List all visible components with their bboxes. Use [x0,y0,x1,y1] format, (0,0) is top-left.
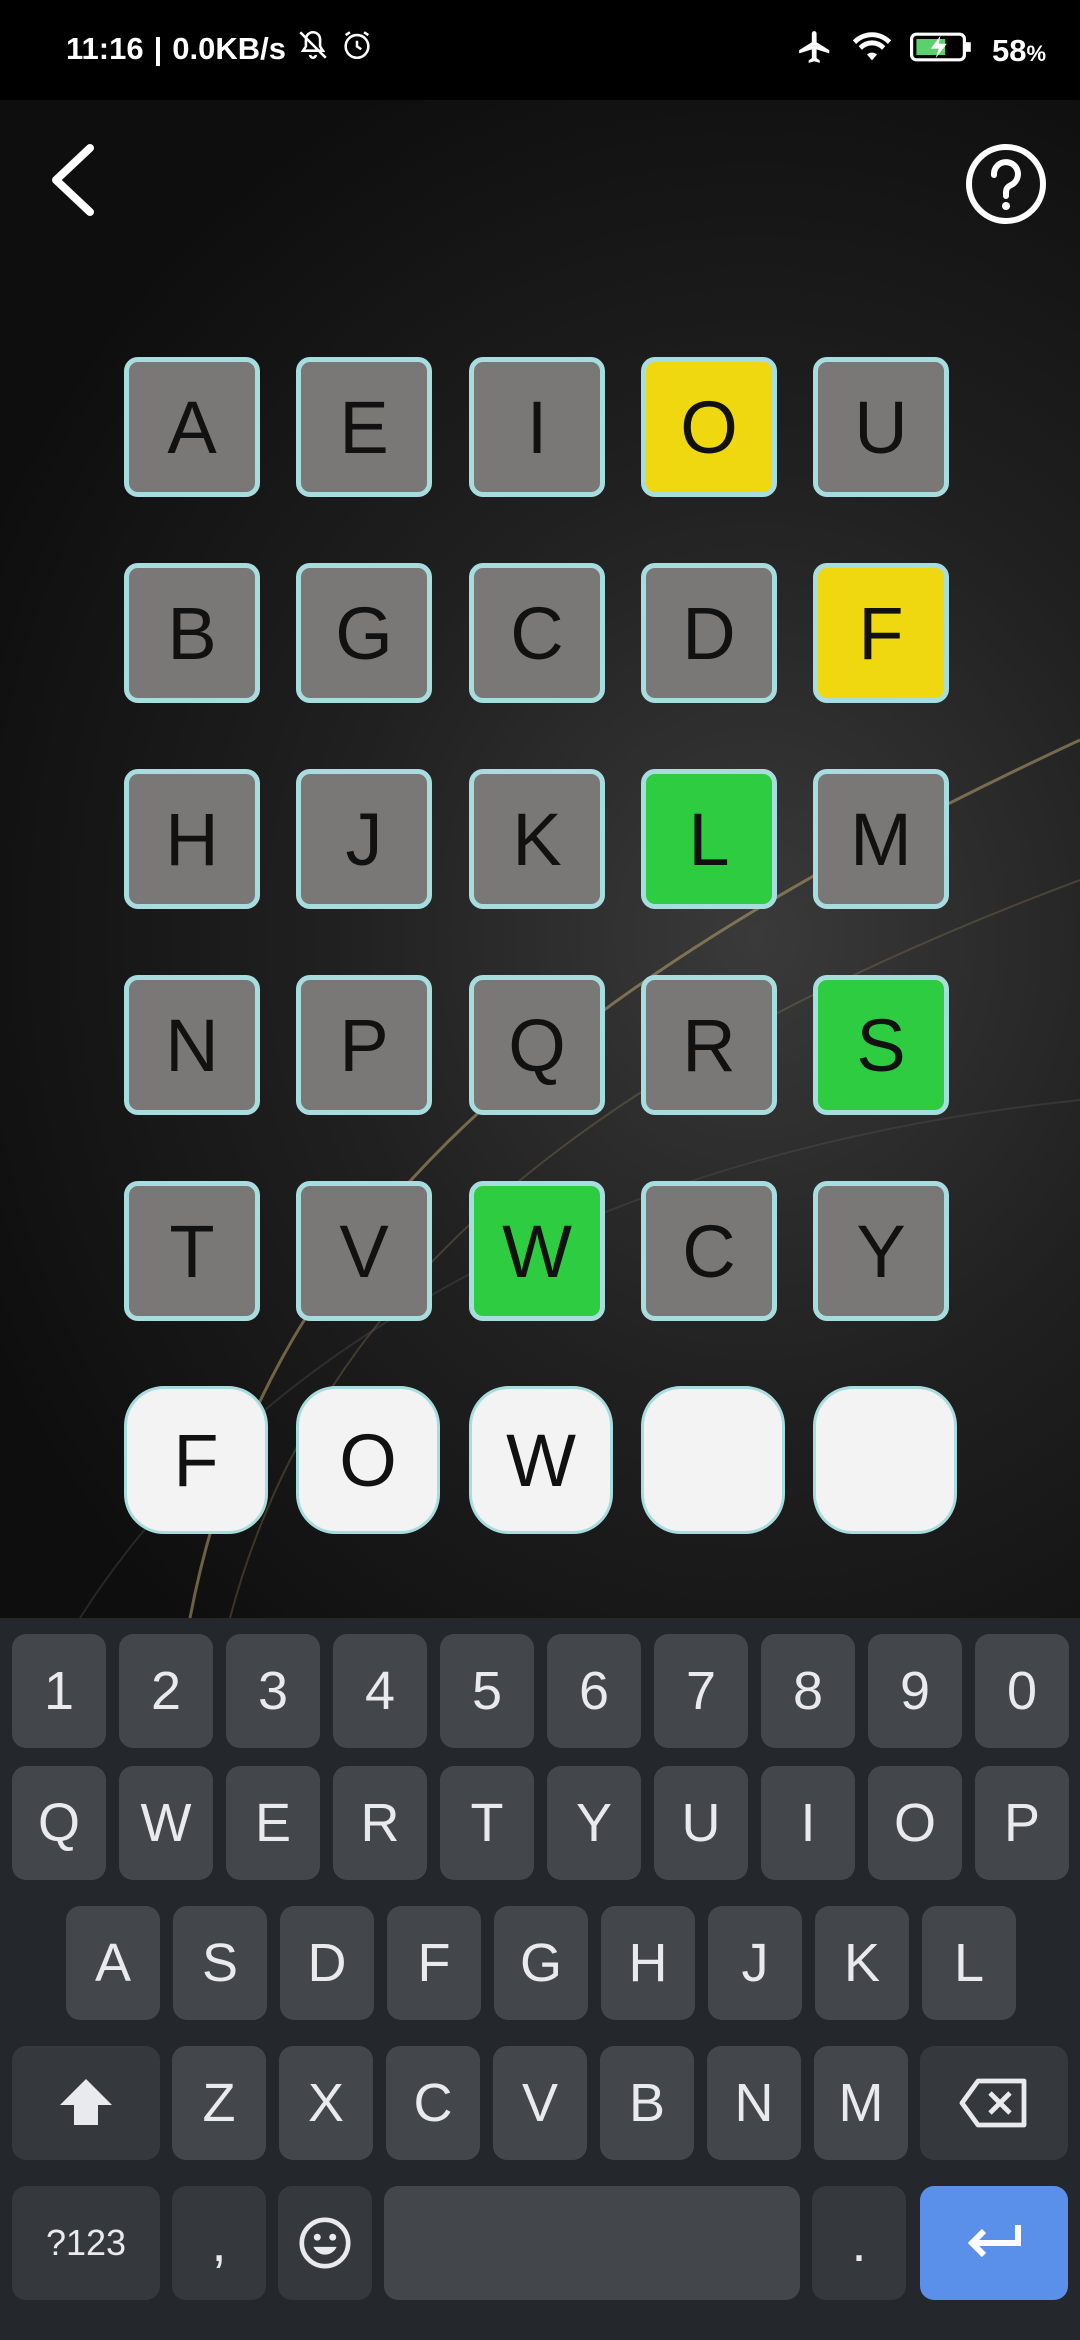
battery-icon [909,30,974,72]
shift-key[interactable] [12,2046,160,2160]
network-speed: 0.0KB/s [172,31,286,66]
letter-tile[interactable]: T [124,1181,260,1321]
key-a[interactable]: A [66,1906,160,2020]
keyboard: 1 2 3 4 5 6 7 8 9 0 Q W E R T Y U I O P A S D F G H J K L Z X C V B N M ?123… [0,1618,1080,2340]
letter-tile[interactable]: N [124,975,260,1115]
key-d[interactable]: D [280,1906,374,2020]
key-s[interactable]: S [173,1906,267,2020]
key-p[interactable]: P [975,1766,1069,1880]
letter-tile[interactable]: G [296,563,432,703]
key-2[interactable]: 2 [119,1634,213,1748]
key-r[interactable]: R [333,1766,427,1880]
key-5[interactable]: 5 [440,1634,534,1748]
key-h[interactable]: H [601,1906,695,2020]
answer-slot[interactable] [641,1386,785,1534]
key-1[interactable]: 1 [12,1634,106,1748]
key-q[interactable]: Q [12,1766,106,1880]
backspace-key[interactable] [920,2046,1068,2160]
letter-tile[interactable]: W [469,1181,605,1321]
letter-tile[interactable]: H [124,769,260,909]
emoji-key[interactable] [278,2186,372,2300]
symbols-key[interactable]: ?123 [12,2186,160,2300]
space-key[interactable] [384,2186,800,2300]
help-circle-icon [966,144,1046,224]
key-m[interactable]: M [814,2046,908,2160]
answer-slot[interactable]: W [469,1386,613,1534]
key-z[interactable]: Z [172,2046,266,2160]
mute-icon [296,28,330,70]
letter-tile[interactable]: I [469,357,605,497]
key-6[interactable]: 6 [547,1634,641,1748]
key-0[interactable]: 0 [975,1634,1069,1748]
letter-tile[interactable]: M [813,769,949,909]
key-9[interactable]: 9 [868,1634,962,1748]
letter-tile[interactable]: J [296,769,432,909]
letter-tile[interactable]: O [641,357,777,497]
emoji-icon [299,2217,351,2269]
answer-slot[interactable]: F [124,1386,268,1534]
key-4[interactable]: 4 [333,1634,427,1748]
key-u[interactable]: U [654,1766,748,1880]
key-j[interactable]: J [708,1906,802,2020]
letter-tile[interactable]: C [469,563,605,703]
backspace-icon [959,2078,1027,2128]
letter-tile[interactable]: V [296,1181,432,1321]
wifi-icon [852,29,892,73]
key-o[interactable]: O [868,1766,962,1880]
letter-tile[interactable]: R [641,975,777,1115]
enter-key[interactable] [920,2186,1068,2300]
key-e[interactable]: E [226,1766,320,1880]
letter-tile[interactable]: A [124,357,260,497]
status-separator: | [153,31,163,66]
answer-slot[interactable] [813,1386,957,1534]
letter-tile[interactable]: F [813,563,949,703]
back-button[interactable] [44,140,114,220]
key-8[interactable]: 8 [761,1634,855,1748]
letter-tile[interactable]: K [469,769,605,909]
status-time: 11:16 [66,31,144,66]
key-g[interactable]: G [494,1906,588,2020]
key-c[interactable]: C [386,2046,480,2160]
comma-key[interactable]: , [172,2186,266,2300]
enter-icon [967,2225,1021,2258]
letter-tile[interactable]: Y [813,1181,949,1321]
status-bar: 11:16 | 0.0KB/s 58% [0,0,1080,100]
key-l[interactable]: L [922,1906,1016,2020]
letter-tile[interactable]: D [641,563,777,703]
key-k[interactable]: K [815,1906,909,2020]
battery-value: 58 [991,33,1027,68]
status-right: 58% [796,28,1046,74]
letter-tile[interactable]: U [813,357,949,497]
shift-icon [60,2079,112,2125]
chevron-left-icon [52,144,94,216]
key-n[interactable]: N [707,2046,801,2160]
battery-unit: % [1026,41,1046,66]
key-i[interactable]: I [761,1766,855,1880]
key-v[interactable]: V [493,2046,587,2160]
letter-tile[interactable]: B [124,563,260,703]
battery-percent: 58% [992,33,1046,69]
key-7[interactable]: 7 [654,1634,748,1748]
letter-tile[interactable]: Q [469,975,605,1115]
letter-tile[interactable]: S [813,975,949,1115]
airplane-icon [796,28,834,74]
key-x[interactable]: X [279,2046,373,2160]
letter-tile[interactable]: E [296,357,432,497]
period-key[interactable]: . [812,2186,906,2300]
status-left: 11:16 | 0.0KB/s [66,28,374,70]
alarm-icon [340,28,374,70]
letter-tile[interactable]: P [296,975,432,1115]
answer-slot[interactable]: O [296,1386,440,1534]
letter-tile[interactable]: C [641,1181,777,1321]
key-t[interactable]: T [440,1766,534,1880]
letter-tile[interactable]: L [641,769,777,909]
key-y[interactable]: Y [547,1766,641,1880]
key-w[interactable]: W [119,1766,213,1880]
help-button[interactable] [964,142,1048,226]
key-b[interactable]: B [600,2046,694,2160]
key-3[interactable]: 3 [226,1634,320,1748]
key-f[interactable]: F [387,1906,481,2020]
